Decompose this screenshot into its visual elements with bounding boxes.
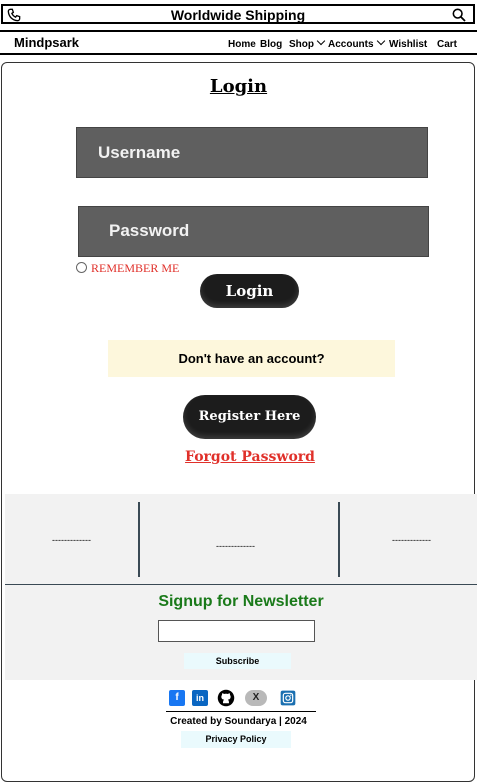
privacy-policy-link[interactable]: Privacy Policy — [181, 731, 291, 748]
column-divider — [138, 502, 140, 577]
nav-wishlist[interactable]: Wishlist — [389, 39, 427, 50]
github-icon[interactable] — [217, 689, 235, 707]
password-input[interactable]: Password — [78, 206, 429, 257]
brand-logo[interactable]: Mindpsark — [14, 35, 79, 50]
footer-column-2: ------------- — [216, 541, 255, 551]
newsletter-section: Signup for Newsletter Subscribe — [5, 585, 477, 680]
remember-me-label: REMEMBER ME — [91, 261, 180, 275]
login-button[interactable]: Login — [200, 274, 299, 308]
footer-divider — [166, 711, 316, 712]
nav-accounts[interactable]: Accounts — [328, 36, 385, 50]
forgot-password-link[interactable]: Forgot Password — [0, 449, 477, 465]
newsletter-email-input[interactable] — [158, 620, 315, 642]
nav-shop-label: Shop — [289, 39, 314, 50]
nav-home[interactable]: Home — [228, 39, 256, 50]
facebook-icon[interactable]: f — [169, 690, 185, 706]
nav-blog[interactable]: Blog — [260, 39, 282, 50]
remember-me[interactable]: REMEMBER ME — [76, 261, 179, 276]
footer-column-3: ------------- — [392, 535, 431, 545]
no-account-banner: Don't have an account? — [108, 340, 395, 377]
footer-columns: ------------- ------------- ------------… — [5, 494, 477, 585]
chevron-down-icon — [316, 36, 326, 46]
nav-shop[interactable]: Shop — [289, 36, 326, 50]
x-icon[interactable]: X — [245, 690, 267, 706]
subscribe-button[interactable]: Subscribe — [184, 653, 291, 669]
shipping-banner-text: Worldwide Shipping — [170, 7, 306, 23]
newsletter-title: Signup for Newsletter — [158, 593, 324, 610]
nav-cart[interactable]: Cart — [437, 39, 457, 50]
remember-me-radio[interactable] — [76, 262, 87, 273]
top-bar: Worldwide Shipping — [1, 4, 475, 24]
navbar: Mindpsark Home Blog Shop Accounts Wishli… — [0, 30, 477, 55]
credit-text: Created by Soundarya | 2024 — [170, 716, 307, 727]
instagram-icon[interactable] — [280, 690, 296, 706]
nav-accounts-label: Accounts — [328, 39, 374, 50]
linkedin-icon[interactable]: in — [192, 690, 208, 706]
column-divider — [338, 502, 340, 577]
page-title: Login — [209, 76, 268, 97]
chevron-down-icon — [376, 36, 385, 46]
footer-column-1: ------------- — [52, 535, 91, 545]
register-button[interactable]: Register Here — [183, 395, 316, 439]
username-input[interactable]: Username — [76, 127, 428, 178]
search-icon[interactable] — [451, 7, 467, 23]
